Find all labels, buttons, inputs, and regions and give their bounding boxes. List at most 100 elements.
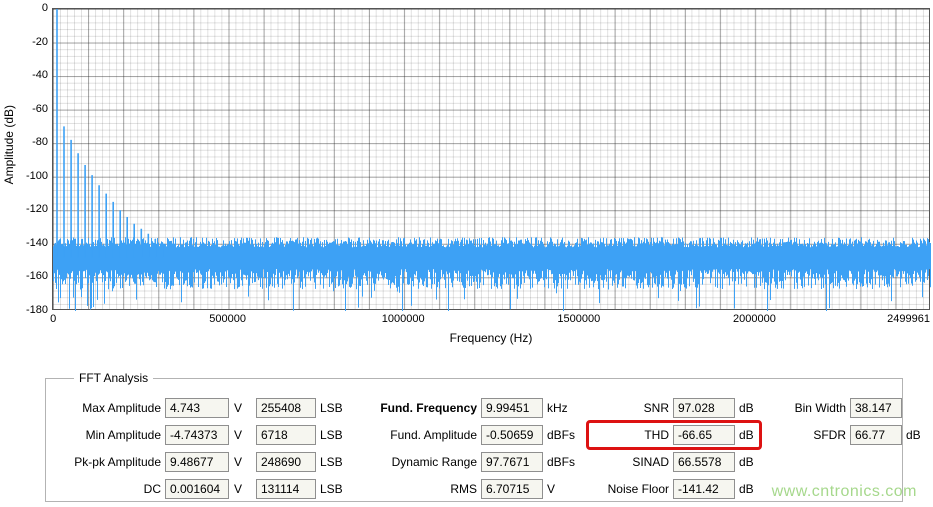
y-tick-label: -60 bbox=[2, 103, 48, 115]
watermark: www.cntronics.com bbox=[772, 483, 917, 501]
field-value: 38.147 bbox=[855, 401, 892, 415]
noise-floor-field[interactable]: -141.42 bbox=[673, 479, 735, 499]
fft-trace bbox=[53, 9, 931, 311]
rms-label: RMS bbox=[346, 482, 477, 496]
sinad-label: SINAD bbox=[594, 455, 669, 469]
field-value: 255408 bbox=[261, 401, 301, 415]
khz-unit-label: kHz bbox=[547, 401, 568, 415]
sfdr-label: SFDR bbox=[784, 428, 846, 442]
rms-field[interactable]: 6.70715 bbox=[481, 479, 543, 499]
metrics-column: SNR 97.028 dB THD -66.65 dB SINAD 66.557… bbox=[594, 397, 754, 505]
field-value: -4.74373 bbox=[170, 428, 217, 442]
volts-unit-label: V bbox=[234, 428, 248, 442]
field-value: 6.70715 bbox=[486, 482, 529, 496]
dc-label: DC bbox=[56, 482, 161, 496]
lsb-unit-label: LSB bbox=[320, 401, 343, 415]
snr-field[interactable]: 97.028 bbox=[673, 398, 735, 418]
snr-label: SNR bbox=[594, 401, 669, 415]
min-amplitude-row: Min Amplitude -4.74373 V 6718 LSB bbox=[56, 424, 343, 446]
field-value: 0.001604 bbox=[170, 482, 220, 496]
dc-volts-field[interactable]: 0.001604 bbox=[165, 479, 229, 499]
thd-label: THD bbox=[594, 428, 669, 442]
fund-frequency-field[interactable]: 9.99451 bbox=[481, 398, 543, 418]
pkpk-amplitude-label: Pk-pk Amplitude bbox=[56, 455, 161, 469]
y-tick-label: -160 bbox=[2, 270, 48, 282]
db-unit-label: dB bbox=[739, 428, 754, 442]
x-tick-label: 2000000 bbox=[733, 313, 776, 325]
y-tick-label: -20 bbox=[2, 36, 48, 48]
dc-row: DC 0.001604 V 131114 LSB bbox=[56, 478, 343, 500]
pkpk-amplitude-row: Pk-pk Amplitude 9.48677 V 248690 LSB bbox=[56, 451, 343, 473]
min-amplitude-label: Min Amplitude bbox=[56, 428, 161, 442]
y-tick-label: -140 bbox=[2, 237, 48, 249]
db-unit-label: dB bbox=[739, 401, 754, 415]
plot-area[interactable] bbox=[52, 8, 930, 310]
fft-analyzer-window: Amplitude (dB) 0-20-40-60-80-100-120-140… bbox=[0, 0, 933, 507]
max-amplitude-label: Max Amplitude bbox=[56, 401, 161, 415]
field-value: -141.42 bbox=[678, 482, 719, 496]
y-tick-label: -40 bbox=[2, 69, 48, 81]
field-value: -0.50659 bbox=[486, 428, 533, 442]
y-tick-label: -180 bbox=[2, 304, 48, 316]
fund-frequency-row: Fund. Frequency 9.99451 kHz bbox=[346, 397, 575, 419]
y-tick-label: -120 bbox=[2, 203, 48, 215]
dc-lsb-field[interactable]: 131114 bbox=[256, 479, 316, 499]
dynamic-range-label: Dynamic Range bbox=[346, 455, 477, 469]
lsb-unit-label: LSB bbox=[320, 482, 343, 496]
right-column: Bin Width 38.147 SFDR 66.77 dB bbox=[784, 397, 921, 451]
dbfs-unit-label: dBFs bbox=[547, 455, 575, 469]
y-tick-label: -100 bbox=[2, 170, 48, 182]
min-amplitude-volts-field[interactable]: -4.74373 bbox=[165, 425, 229, 445]
y-tick-label: -80 bbox=[2, 136, 48, 148]
fund-amplitude-label: Fund. Amplitude bbox=[346, 428, 477, 442]
dbfs-unit-label: dBFs bbox=[547, 428, 575, 442]
x-tick-label: 1500000 bbox=[557, 313, 600, 325]
x-tick-label: 1000000 bbox=[382, 313, 425, 325]
sinad-row: SINAD 66.5578 dB bbox=[594, 451, 754, 473]
volts-unit-label: V bbox=[234, 401, 248, 415]
fund-amplitude-row: Fund. Amplitude -0.50659 dBFs bbox=[346, 424, 575, 446]
field-value: 66.77 bbox=[855, 428, 885, 442]
field-value: 9.48677 bbox=[170, 455, 213, 469]
fund-frequency-label: Fund. Frequency bbox=[346, 401, 477, 415]
y-tick-label: 0 bbox=[2, 2, 48, 14]
x-tick-label: 0 bbox=[50, 313, 56, 325]
volts-unit-label: V bbox=[234, 482, 248, 496]
dynamic-range-row: Dynamic Range 97.7671 dBFs bbox=[346, 451, 575, 473]
noise-floor-row: Noise Floor -141.42 dB bbox=[594, 478, 754, 500]
fund-amplitude-field[interactable]: -0.50659 bbox=[481, 425, 543, 445]
max-amplitude-lsb-field[interactable]: 255408 bbox=[256, 398, 316, 418]
y-axis-ticks: 0-20-40-60-80-100-120-140-160-180 bbox=[2, 8, 48, 310]
dynamic-range-field[interactable]: 97.7671 bbox=[481, 452, 543, 472]
sfdr-row: SFDR 66.77 dB bbox=[784, 424, 921, 446]
field-value: 131114 bbox=[261, 482, 299, 496]
db-unit-label: dB bbox=[739, 482, 754, 496]
lsb-unit-label: LSB bbox=[320, 455, 343, 469]
x-axis-ticks: 05000001000000150000020000002499961 bbox=[52, 313, 930, 327]
thd-field[interactable]: -66.65 bbox=[673, 425, 735, 445]
db-unit-label: dB bbox=[739, 455, 754, 469]
snr-row: SNR 97.028 dB bbox=[594, 397, 754, 419]
panel-title: FFT Analysis bbox=[74, 371, 153, 385]
field-value: 66.5578 bbox=[678, 455, 721, 469]
bin-width-field[interactable]: 38.147 bbox=[850, 398, 902, 418]
volts-unit-label: V bbox=[547, 482, 555, 496]
sfdr-field[interactable]: 66.77 bbox=[850, 425, 902, 445]
field-value: 6718 bbox=[261, 428, 288, 442]
volts-unit-label: V bbox=[234, 455, 248, 469]
field-value: 9.99451 bbox=[486, 401, 529, 415]
min-amplitude-lsb-field[interactable]: 6718 bbox=[256, 425, 316, 445]
pkpk-amplitude-volts-field[interactable]: 9.48677 bbox=[165, 452, 229, 472]
amplitude-column: Max Amplitude 4.743 V 255408 LSB Min Amp… bbox=[56, 397, 343, 505]
rms-row: RMS 6.70715 V bbox=[346, 478, 575, 500]
field-value: -66.65 bbox=[678, 428, 712, 442]
fft-chart: Amplitude (dB) 0-20-40-60-80-100-120-140… bbox=[0, 0, 933, 360]
max-amplitude-volts-field[interactable]: 4.743 bbox=[165, 398, 229, 418]
thd-row-highlighted: THD -66.65 dB bbox=[586, 420, 762, 450]
field-value: 97.028 bbox=[678, 401, 715, 415]
bin-width-label: Bin Width bbox=[784, 401, 846, 415]
sinad-field[interactable]: 66.5578 bbox=[673, 452, 735, 472]
max-amplitude-row: Max Amplitude 4.743 V 255408 LSB bbox=[56, 397, 343, 419]
pkpk-amplitude-lsb-field[interactable]: 248690 bbox=[256, 452, 316, 472]
lsb-unit-label: LSB bbox=[320, 428, 343, 442]
